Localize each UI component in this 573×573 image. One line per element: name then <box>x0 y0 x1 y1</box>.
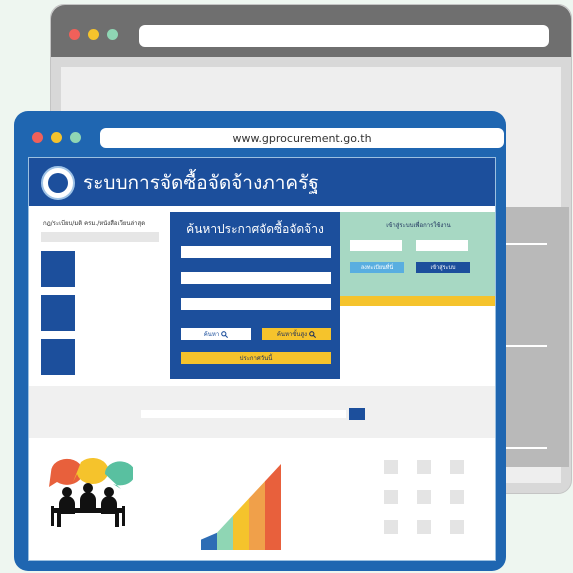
advanced-search-button[interactable]: ค้นหาขั้นสูง <box>262 328 331 340</box>
password-field[interactable] <box>416 240 468 251</box>
placeholder-tile <box>417 490 431 504</box>
chart-bar-4 <box>249 481 265 550</box>
login-panel-accent-strip <box>340 296 495 306</box>
regulation-thumbnail[interactable] <box>41 339 75 375</box>
close-dot-icon <box>69 29 80 40</box>
placeholder-tile <box>417 460 431 474</box>
placeholder-tile <box>384 490 398 504</box>
chart-bar-3 <box>233 498 249 550</box>
address-bar[interactable]: www.gprocurement.go.th <box>100 128 504 148</box>
search-icon <box>221 330 229 338</box>
site-title: ระบบการจัดซื้อจัดจ้างภาครัฐ <box>83 172 319 194</box>
placeholder-tile <box>450 520 464 534</box>
procurement-search-panel: ค้นหาประกาศจัดซื้อจัดจ้าง ค้นหา ค้นหาขั้… <box>170 212 340 379</box>
chart-bar-2 <box>217 515 233 550</box>
minimize-dot-icon[interactable] <box>51 132 62 143</box>
advanced-search-label: ค้นหาขั้นสูง <box>276 331 308 338</box>
foreground-browser-window: www.gprocurement.go.th ระบบการจัดซื้อจัด… <box>14 111 506 571</box>
close-dot-icon[interactable] <box>32 132 43 143</box>
maximize-dot-icon[interactable] <box>70 132 81 143</box>
search-field[interactable] <box>181 298 331 310</box>
register-button[interactable]: ลงทะเบียนที่นี่ <box>350 262 404 273</box>
window-controls <box>32 132 81 143</box>
meeting-people-icon <box>49 457 133 527</box>
maximize-dot-icon <box>107 29 118 40</box>
regulations-heading[interactable]: กฎ/ระเบียบ/มติ ครม./หนังสือเวียนล่าสุด <box>43 218 145 228</box>
web-page: ระบบการจัดซื้อจัดจ้างภาครัฐ กฎ/ระเบียบ/ม… <box>28 157 496 561</box>
chart-bar-5 <box>265 464 281 550</box>
placeholder-tile <box>450 490 464 504</box>
login-panel: เข้าสู่ระบบเพื่อการใช้งาน ลงทะเบียนที่นี… <box>340 212 495 296</box>
placeholder-tile <box>450 460 464 474</box>
search-bar-button[interactable] <box>349 408 365 420</box>
placeholder-tile <box>384 520 398 534</box>
background-window-controls <box>69 29 118 40</box>
regulations-bar <box>41 232 159 242</box>
search-field[interactable] <box>181 246 331 258</box>
background-address-bar <box>139 25 549 47</box>
regulation-thumbnail[interactable] <box>41 251 75 287</box>
background-browser-titlebar <box>51 5 571 57</box>
search-bar-placeholder[interactable] <box>141 410 346 418</box>
growth-chart <box>201 464 281 550</box>
site-header: ระบบการจัดซื้อจัดจ้างภาครัฐ <box>29 158 495 206</box>
government-emblem-icon[interactable] <box>41 166 75 200</box>
placeholder-tile <box>384 460 398 474</box>
username-field[interactable] <box>350 240 402 251</box>
login-button[interactable]: เข้าสู่ระบบ <box>416 262 470 273</box>
todays-announcements-button[interactable]: ประกาศวันนี้ <box>181 352 331 364</box>
search-button[interactable]: ค้นหา <box>181 328 251 340</box>
search-band <box>29 386 495 438</box>
chart-bar-1 <box>201 532 217 550</box>
search-panel-title: ค้นหาประกาศจัดซื้อจัดจ้าง <box>186 222 324 236</box>
regulations-column: กฎ/ระเบียบ/มติ ครม./หนังสือเวียนล่าสุด <box>29 216 169 376</box>
content-illustration-area <box>29 438 495 560</box>
browser-titlebar: www.gprocurement.go.th <box>14 111 506 161</box>
search-field[interactable] <box>181 272 331 284</box>
login-panel-title: เข้าสู่ระบบเพื่อการใช้งาน <box>386 222 451 229</box>
placeholder-tile <box>417 520 431 534</box>
search-button-label: ค้นหา <box>203 331 220 338</box>
minimize-dot-icon <box>88 29 99 40</box>
regulation-thumbnail[interactable] <box>41 295 75 331</box>
search-icon <box>309 330 317 338</box>
